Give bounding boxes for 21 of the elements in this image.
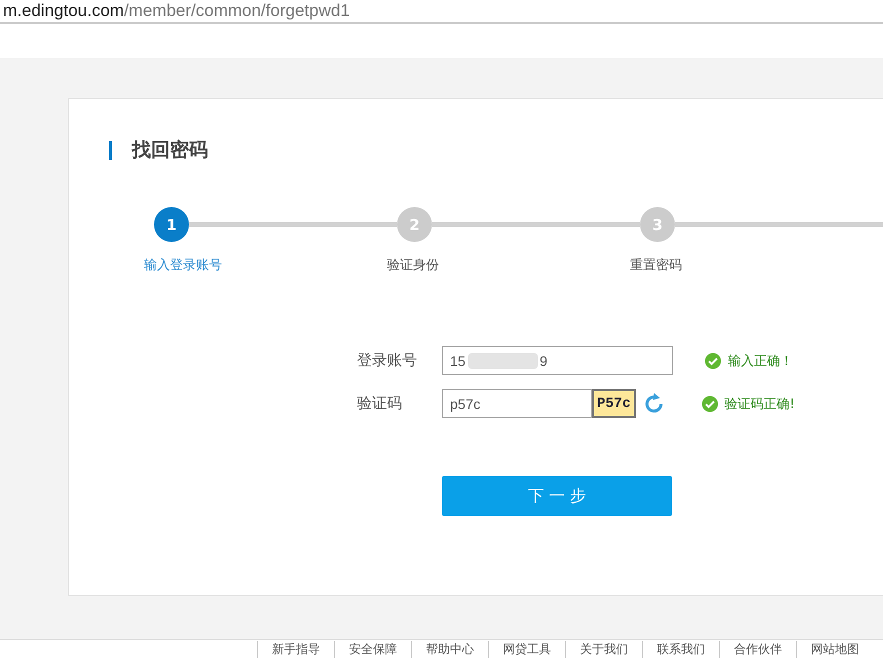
footer-link[interactable]: 关于我们	[565, 640, 642, 658]
captcha-image[interactable]: P57c	[592, 389, 636, 418]
field-label: 登录账号	[357, 351, 418, 370]
step-label: 重置密码	[630, 257, 682, 274]
footer-link[interactable]: 网贷工具	[488, 640, 565, 658]
step-number: 1	[154, 207, 189, 242]
footer-link[interactable]: 安全保障	[334, 640, 411, 658]
card-title: 找回密码	[132, 138, 208, 163]
captcha-input[interactable]: p57c	[442, 389, 592, 418]
footer-link[interactable]: 帮助中心	[411, 640, 488, 658]
step-label: 验证身份	[387, 257, 439, 274]
title-accent-bar	[109, 140, 112, 160]
footer-link[interactable]: 合作伙伴	[719, 640, 796, 658]
footer-link[interactable]: 联系我们	[642, 640, 719, 658]
footer-link[interactable]: 网站地图	[796, 640, 873, 658]
footer-link[interactable]: 新手指导	[257, 640, 334, 658]
validation-message: 验证码正确!	[724, 396, 795, 412]
account-input[interactable]: 15 9	[442, 346, 673, 375]
step-label: 输入登录账号	[144, 257, 222, 274]
validation-message: 输入正确！	[728, 352, 793, 370]
field-label: 验证码	[357, 394, 403, 413]
